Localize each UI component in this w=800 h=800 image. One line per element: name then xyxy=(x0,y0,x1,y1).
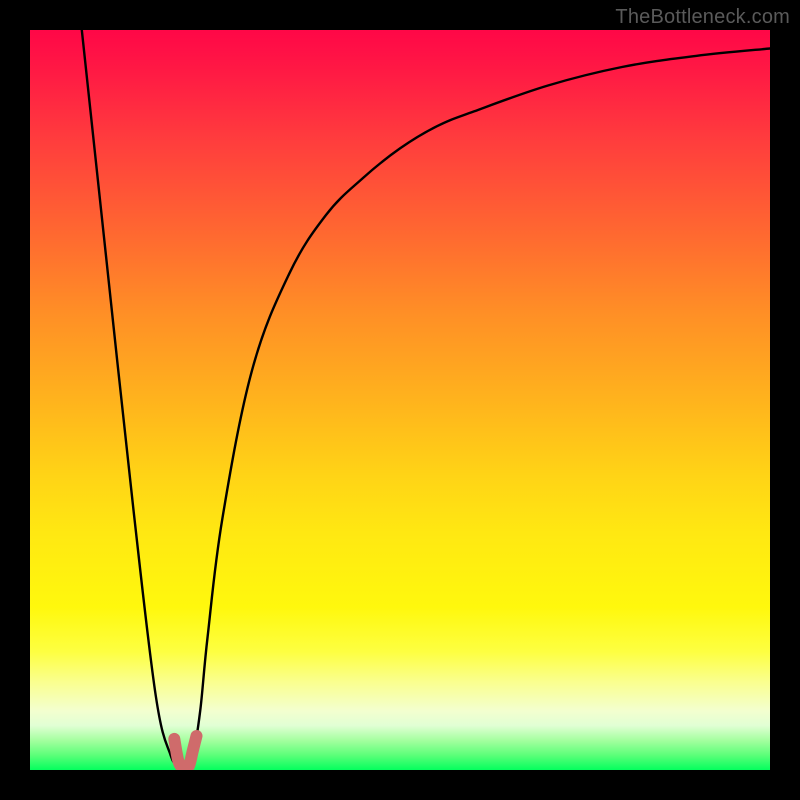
watermark-label: TheBottleneck.com xyxy=(615,6,790,29)
curve-layer xyxy=(30,30,770,770)
plot-area xyxy=(30,30,770,770)
chart-frame: TheBottleneck.com xyxy=(0,0,800,800)
bottleneck-curve xyxy=(82,30,770,764)
marker-band xyxy=(174,736,196,768)
